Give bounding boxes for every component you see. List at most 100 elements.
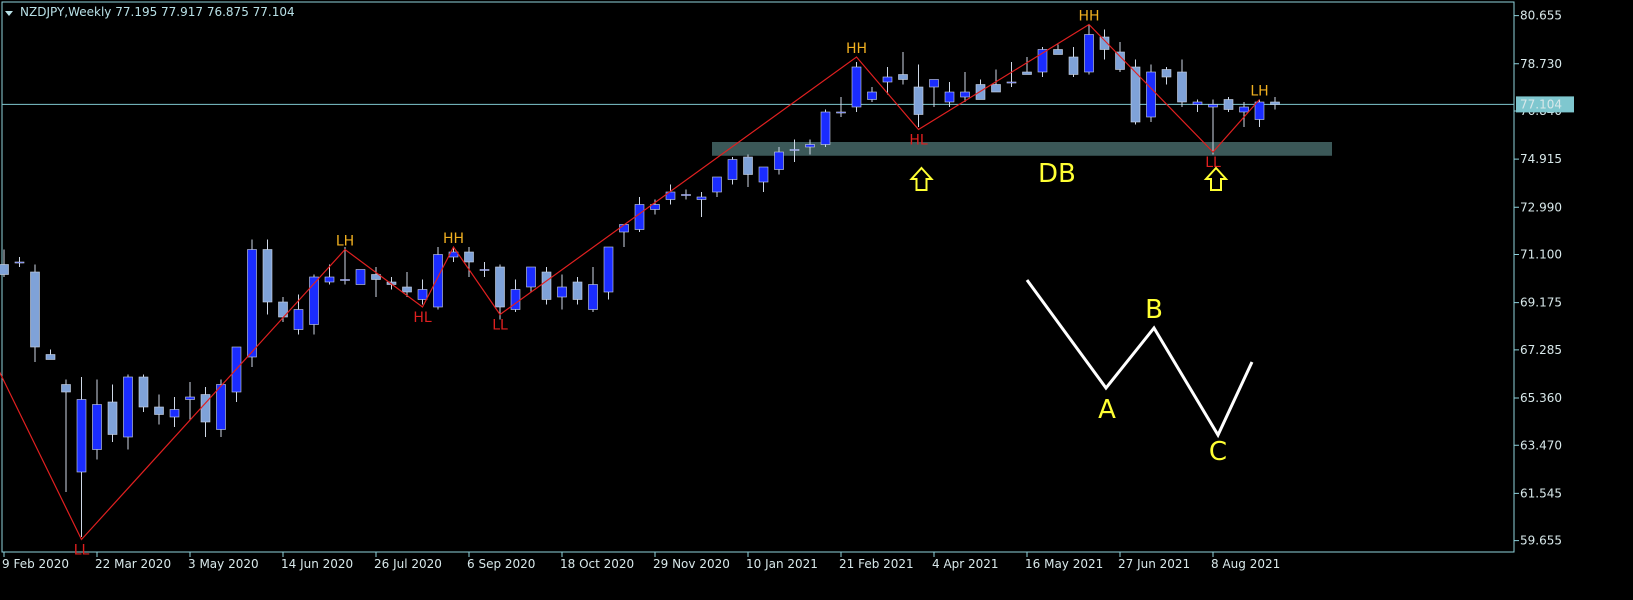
candle	[1161, 67, 1172, 85]
support-zone	[712, 142, 1332, 156]
y-tick-label: 69.175	[1520, 296, 1562, 310]
swing-label: LL	[74, 543, 90, 559]
candle	[541, 267, 552, 305]
candle	[262, 239, 273, 315]
candle-body	[1239, 106, 1249, 113]
candle-body	[913, 86, 924, 115]
candle-body	[355, 269, 366, 285]
candle	[681, 189, 691, 200]
y-tick-label: 59.655	[1520, 534, 1562, 548]
candle-body	[45, 354, 56, 360]
candle	[1084, 24, 1094, 75]
candle	[944, 82, 955, 107]
candle	[0, 249, 9, 277]
candle-body	[572, 281, 583, 300]
candle-body	[510, 289, 521, 310]
pattern-point-label: B	[1145, 295, 1163, 325]
swing-label: HH	[1078, 9, 1099, 25]
swing-label: LL	[492, 318, 508, 334]
candle-body	[293, 309, 304, 330]
candle-body	[634, 204, 645, 230]
candle	[851, 62, 862, 112]
candle-body	[76, 399, 87, 473]
candle-body	[1006, 81, 1017, 84]
candle-body	[92, 404, 102, 450]
candle-body	[1270, 101, 1280, 105]
candle	[743, 154, 753, 187]
pattern-point-label: C	[1209, 437, 1227, 467]
candle	[991, 69, 1001, 93]
candle	[169, 397, 180, 427]
candle	[1146, 64, 1156, 122]
y-tick-label: 71.100	[1520, 248, 1562, 262]
candle-body	[0, 264, 9, 275]
x-tick-label: 27 Jun 2021	[1118, 557, 1190, 571]
candle	[138, 374, 149, 412]
candle	[820, 109, 831, 147]
candle-body	[1068, 56, 1079, 75]
candle-body	[603, 246, 614, 293]
candle	[464, 247, 474, 277]
candle-body	[1192, 101, 1203, 105]
swing-label: LL	[1205, 155, 1221, 171]
swing-label: HH	[443, 231, 464, 247]
candle	[92, 379, 102, 460]
candle-body	[1115, 51, 1125, 70]
candle-body	[1223, 99, 1234, 110]
candle-body	[1084, 34, 1094, 73]
candle	[107, 384, 118, 442]
candle-body	[1022, 71, 1032, 75]
candle	[572, 277, 583, 305]
candle-body	[944, 91, 955, 103]
candle	[231, 346, 242, 402]
candle-body	[991, 84, 1001, 93]
candle-body	[727, 159, 738, 180]
candle-body	[340, 279, 350, 281]
candle	[154, 394, 164, 425]
candle	[758, 166, 769, 192]
x-tick-label: 14 Jun 2020	[281, 557, 353, 571]
candle-body	[851, 66, 862, 108]
candle	[30, 264, 40, 362]
candle-body	[107, 401, 118, 435]
candle-body	[1161, 69, 1172, 78]
candle	[324, 264, 335, 285]
candle-body	[867, 91, 877, 100]
candle-body	[185, 396, 195, 400]
candle-body	[712, 176, 722, 193]
y-tick-label: 67.285	[1520, 343, 1562, 357]
candle-body	[789, 149, 800, 151]
candle	[634, 197, 645, 232]
candle	[913, 64, 924, 127]
candle-body	[743, 156, 753, 175]
y-tick-label: 80.655	[1520, 9, 1562, 23]
x-tick-label: 18 Oct 2020	[560, 557, 634, 571]
candle	[588, 267, 598, 312]
candle-body	[169, 409, 180, 418]
candle	[216, 379, 226, 437]
candle	[929, 79, 939, 107]
x-tick-label: 21 Feb 2021	[839, 557, 914, 571]
candle-body	[820, 111, 831, 145]
candle-body	[805, 144, 815, 148]
candle-body	[960, 91, 970, 98]
candle	[665, 184, 676, 205]
candle-body	[123, 376, 133, 438]
price-chart[interactable]: 80.65578.73076.84074.91572.99071.10069.1…	[0, 0, 1633, 600]
candle	[650, 199, 660, 215]
candle	[696, 192, 707, 217]
up-arrow-icon	[1203, 166, 1229, 191]
swing-label: HL	[413, 310, 432, 326]
candle-body	[402, 286, 412, 293]
x-tick-label: 6 Sep 2020	[467, 557, 535, 571]
x-tick-label: 4 Apr 2021	[932, 557, 999, 571]
candle-body	[464, 251, 474, 263]
candle-body	[1208, 104, 1218, 108]
candle	[557, 274, 567, 310]
candle	[355, 269, 366, 285]
y-tick-label: 78.730	[1520, 57, 1562, 71]
y-tick-label: 72.990	[1520, 200, 1562, 214]
x-tick-label: 9 Feb 2020	[2, 557, 69, 571]
candle-body	[774, 151, 784, 170]
candle-body	[1053, 49, 1063, 55]
